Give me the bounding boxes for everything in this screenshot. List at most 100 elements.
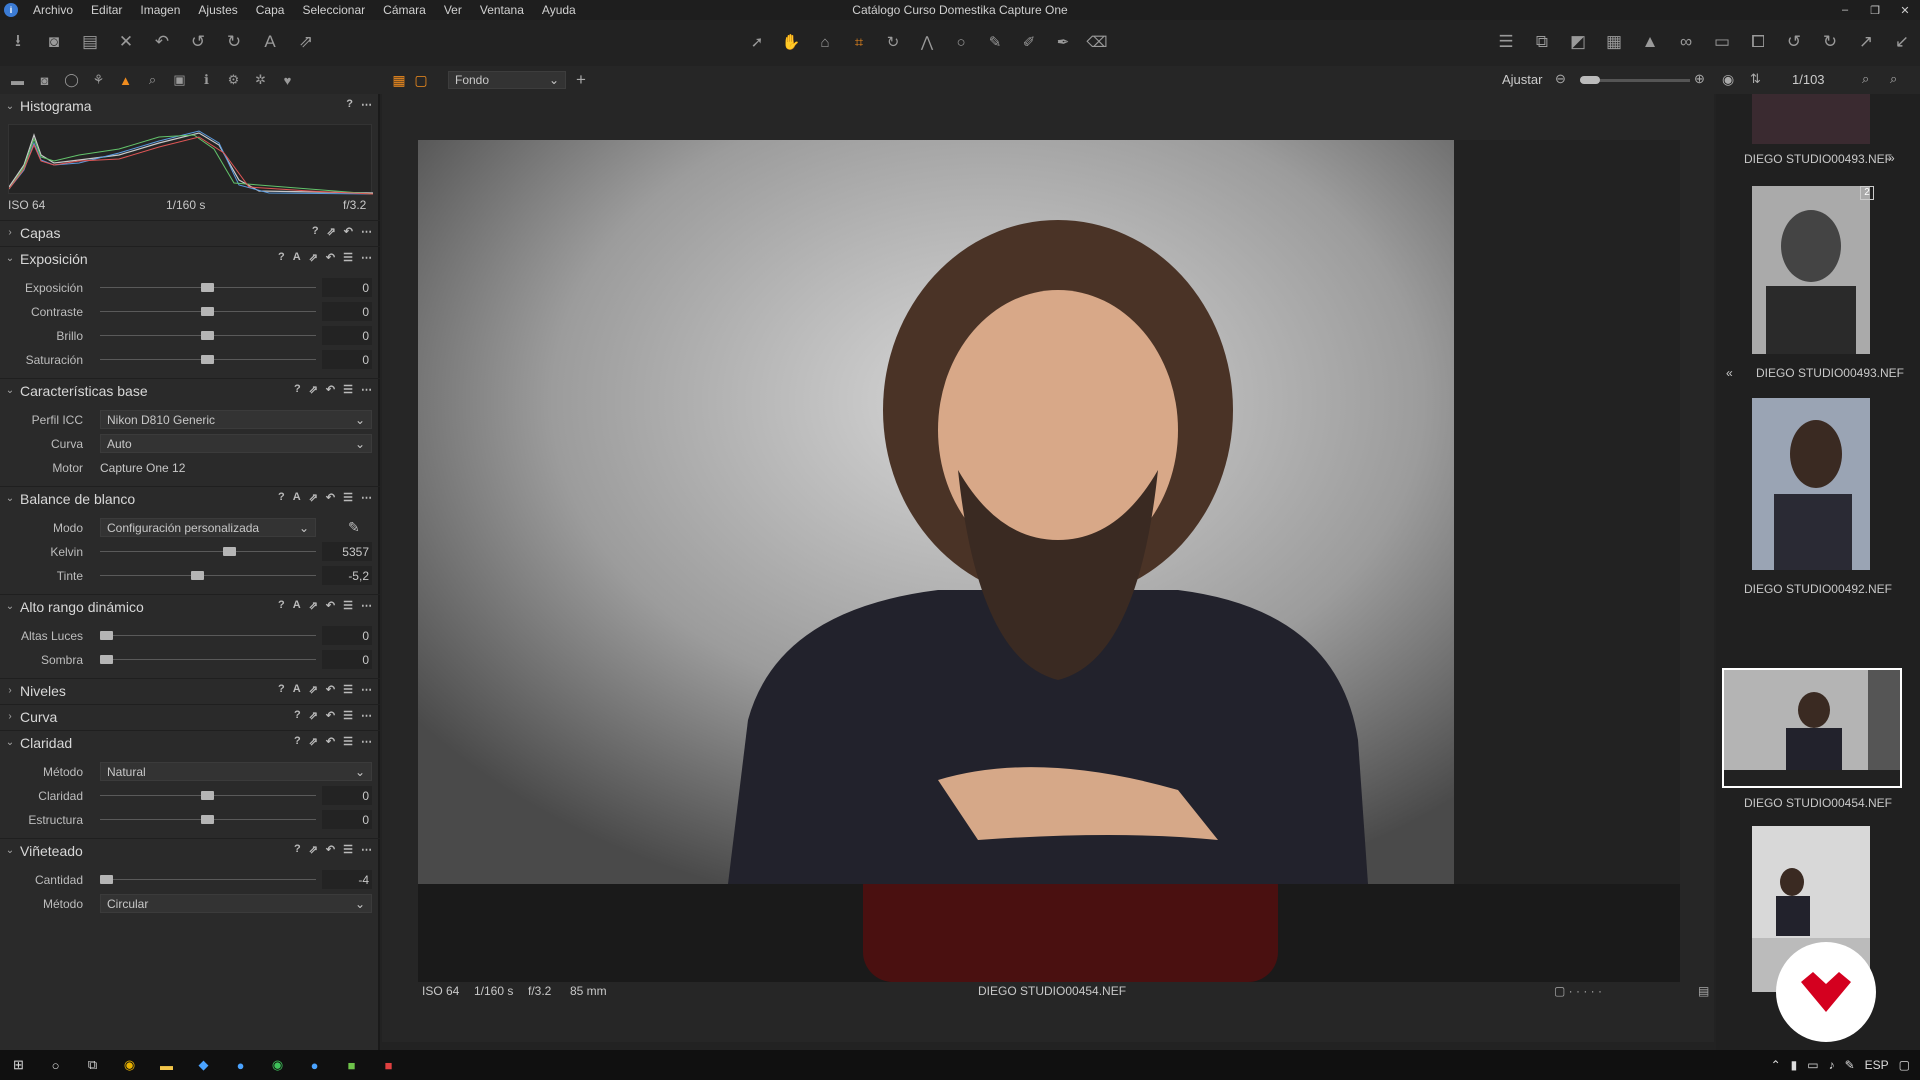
structure-slider-handle[interactable] [201,815,214,824]
saturation-value[interactable]: 0 [322,350,372,369]
clarity-slider-handle[interactable] [201,791,214,800]
variant-select[interactable]: Fondo ⌄ [448,71,566,89]
auto-icon[interactable]: A [293,683,301,696]
exposure-slider-handle[interactable] [201,283,214,292]
more-icon[interactable]: ⋯ [361,98,372,111]
help-icon[interactable]: ? [278,599,285,612]
kelvin-value[interactable]: 5357 [322,542,372,561]
add-icon[interactable]: + [576,70,586,90]
help-icon[interactable]: ? [294,709,301,722]
thumbnail-3[interactable] [1752,398,1870,570]
help-icon[interactable]: ? [278,491,285,504]
zoom-in-icon[interactable]: ⊕ [1694,71,1705,87]
help-icon[interactable]: ? [294,843,301,856]
exposure-header[interactable]: ⌄ Exposición ? A ⇗ ↶ ☰ ⋯ [0,246,380,270]
brightness-value[interactable]: 0 [322,326,372,345]
thumbnail-4-selected[interactable] [1722,668,1902,788]
eyedropper-icon[interactable]: ✎ [348,519,360,536]
styles-tab-icon[interactable]: ♥ [274,66,301,94]
structure-value[interactable]: 0 [322,810,372,829]
menu-ayuda[interactable]: Ayuda [533,0,585,20]
reset-icon[interactable]: ↶ [326,683,335,696]
close-icon[interactable]: ✕ [1890,0,1920,20]
presets-icon[interactable]: ☰ [343,383,353,396]
copy-icon[interactable]: ⇗ [309,735,318,748]
proofing-icon[interactable]: ◩ [1560,20,1596,64]
export-icon[interactable]: ▤ [72,20,108,64]
select-tool-icon[interactable]: ➚ [740,20,774,64]
delete-icon[interactable]: ✕ [108,20,144,64]
copy-apply-up-icon[interactable]: ↗ [1848,20,1884,64]
auto-icon[interactable]: A [293,251,301,264]
presets-icon[interactable]: ☰ [343,491,353,504]
windows-start-icon[interactable]: ⊞ [0,1050,37,1080]
sort-icon[interactable]: ⇅ [1750,71,1761,87]
highlights-value[interactable]: 0 [322,626,372,645]
curve-dropdown[interactable]: Auto ⌄ [100,434,372,453]
vignetting-amount-slider-handle[interactable] [100,875,113,884]
workspace-icon[interactable]: ▭ [1704,20,1740,64]
undo-icon[interactable]: ↺ [180,20,216,64]
thumbnail-1[interactable] [1752,94,1870,144]
help-icon[interactable]: ? [312,225,319,238]
chrome-icon[interactable]: ◉ [111,1050,148,1080]
notifications-icon[interactable]: ▢ [1899,1058,1910,1072]
color-tab-icon[interactable]: ⚘ [85,66,112,94]
redo-icon[interactable]: ↻ [216,20,252,64]
thumbnail-2[interactable] [1752,186,1870,354]
single-view-icon[interactable]: ▢ [410,72,432,89]
tint-slider[interactable] [100,575,316,576]
multi-view-icon[interactable]: ▦ [388,72,410,89]
presets-icon[interactable]: ☰ [343,843,353,856]
exposure-warning-icon[interactable]: ▲ [1632,20,1668,64]
contrast-slider-handle[interactable] [201,307,214,316]
reset-icon[interactable]: ↶ [326,491,335,504]
zoom-out-icon[interactable]: ⊖ [1555,71,1566,87]
color-tag-icon[interactable]: ▤ [1698,984,1709,998]
details-tab-icon[interactable]: ⌕ [139,66,166,94]
vignetting-header[interactable]: ⌄ Viñeteado ? ⇗ ↶ ☰ ⋯ [0,838,380,862]
auto-icon[interactable]: A [293,599,301,612]
minimize-icon[interactable]: – [1830,0,1860,20]
reset-adjustments-icon[interactable]: ↶ [144,20,180,64]
adjustments-tab-icon[interactable]: ▣ [166,66,193,94]
search-icon[interactable]: ⌕ [1890,71,1897,87]
battery-icon[interactable]: ▮ [1791,1058,1798,1072]
pen-icon[interactable]: ✎ [1845,1058,1855,1072]
camtasia-icon[interactable]: ■ [333,1050,370,1080]
main-photo[interactable] [418,140,1680,982]
shadow-value[interactable]: 0 [322,650,372,669]
shadow-slider[interactable] [100,659,316,660]
network-icon[interactable]: ▭ [1807,1058,1818,1072]
copy-apply-down-icon[interactable]: ↙ [1884,20,1920,64]
base-characteristics-header[interactable]: ⌄ Características base ? ⇗ ↶ ☰ ⋯ [0,378,380,402]
tint-slider-handle[interactable] [191,571,204,580]
more-icon[interactable]: ⋯ [361,599,372,612]
copy-icon[interactable]: ⇗ [309,599,318,612]
histogram-header[interactable]: ⌄ Histograma ? ⋯ [0,94,380,118]
reset-icon[interactable]: ↶ [326,843,335,856]
presets-icon[interactable]: ☰ [343,599,353,612]
help-icon[interactable]: ? [294,383,301,396]
eye-icon[interactable]: ◉ [1722,71,1734,88]
more-icon[interactable]: ⋯ [361,683,372,696]
viewer-toggle-icon[interactable]: ⧉ [1524,20,1560,64]
kelvin-slider[interactable] [100,551,316,552]
fit-label[interactable]: Ajustar [1502,72,1542,87]
search-icon[interactable]: ○ [37,1050,74,1080]
copy-icon[interactable]: ⇗ [309,383,318,396]
levels-header[interactable]: › Niveles ? A ⇗ ↶ ☰ ⋯ [0,678,380,702]
rating-stars-icon[interactable]: ▢ · · · · · [1554,984,1602,998]
wb-mode-dropdown[interactable]: Configuración personalizada ⌄ [100,518,316,537]
contrast-value[interactable]: 0 [322,302,372,321]
output-tab-icon[interactable]: ⚙ [220,66,247,94]
whatsapp-icon[interactable]: ◉ [259,1050,296,1080]
brightness-slider-handle[interactable] [201,331,214,340]
menu-archivo[interactable]: Archivo [24,0,82,20]
volume-icon[interactable]: ♪ [1829,1058,1835,1072]
reset-icon[interactable]: ↶ [326,709,335,722]
library-tab-icon[interactable]: ▬ [4,66,31,94]
more-icon[interactable]: ⋯ [361,843,372,856]
file-explorer-icon[interactable]: ▬ [148,1050,185,1080]
tint-value[interactable]: -5,2 [322,566,372,585]
